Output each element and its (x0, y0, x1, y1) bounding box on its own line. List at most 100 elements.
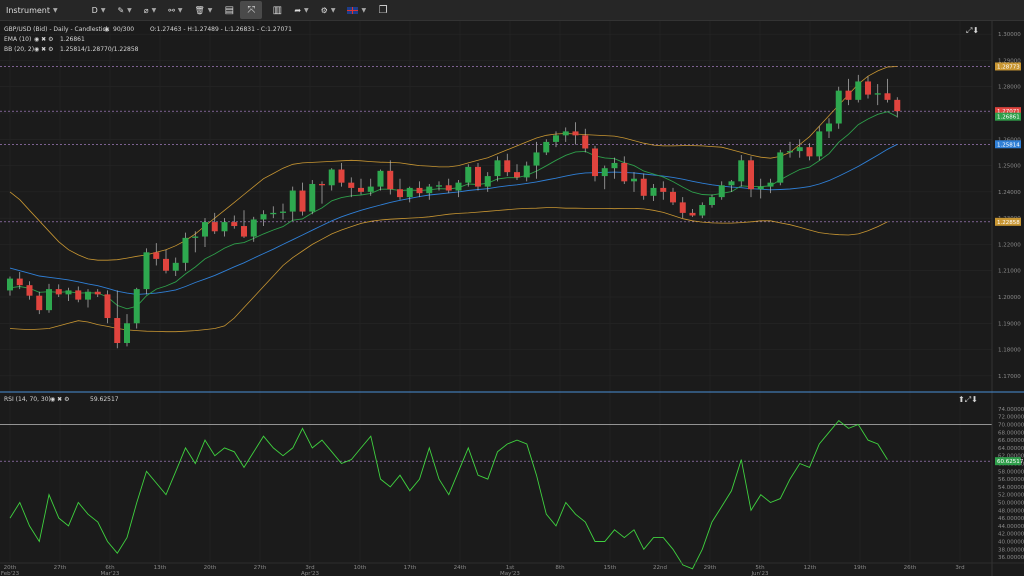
ruler-icon: ⌀ (143, 5, 149, 15)
chevron-down-icon: ▼ (330, 6, 336, 14)
svg-text:◉ ✖ ⚙: ◉ ✖ ⚙ (34, 46, 53, 53)
candle-body (533, 152, 540, 166)
candle-body (65, 290, 72, 295)
rsi-label: RSI (14, 70, 30) (4, 396, 51, 403)
candle-body (309, 183, 316, 212)
rsi-tick-label: 64.00000 (998, 446, 1024, 452)
candle-body (787, 151, 793, 153)
chart-background (0, 21, 1024, 576)
rsi-tick-label: 46.00000 (998, 516, 1024, 522)
chart-area[interactable]: 1.300001.290001.280001.270001.260001.250… (0, 21, 1024, 576)
candle-body (592, 148, 598, 177)
price-tick-label: 1.19000 (998, 321, 1021, 327)
fullscreen-button[interactable]: ⤧ (240, 1, 263, 19)
candle-body (367, 186, 374, 192)
rsi-settings-icons[interactable]: ◉ ✖ ⚙ (50, 396, 69, 403)
date-tick-label: 10th (354, 565, 367, 571)
date-tick-sublabel: Jun'23 (750, 571, 769, 576)
delete-menu[interactable]: 🗑 ▼ (189, 0, 219, 20)
timeframe-menu[interactable]: D ▼ (86, 0, 112, 20)
date-tick-label: 12th (804, 565, 817, 571)
price-tick-label: 1.22000 (998, 242, 1021, 248)
candle-body (874, 93, 881, 95)
expand-main-icon[interactable]: ⤢⬇ (965, 26, 979, 35)
candle-body (348, 182, 355, 188)
price-tick-label: 1.28000 (998, 85, 1021, 91)
candle-body (796, 147, 803, 152)
candle-body (679, 202, 686, 213)
chevron-down-icon: ▼ (207, 6, 213, 14)
candle-body (182, 237, 189, 263)
candle-body (523, 165, 530, 178)
candle-body (640, 178, 647, 196)
date-tick-sublabel: May'23 (500, 571, 520, 576)
candle-body (514, 172, 520, 178)
gear-icon: ⚙ (320, 5, 328, 15)
candle-body (738, 160, 745, 182)
chevron-down-icon: ▼ (127, 6, 132, 14)
tools-menu[interactable]: ⌀ ▼ (138, 0, 162, 20)
candle-body (114, 318, 121, 343)
candle-body (611, 162, 618, 169)
candle-body (631, 178, 637, 182)
candle-body (855, 81, 862, 100)
candle-body (94, 291, 101, 295)
layout-button[interactable]: ▤ (218, 1, 240, 19)
candle-body (387, 170, 394, 190)
candle-body (562, 131, 569, 136)
instrument-menu[interactable]: Instrument ▼ (0, 0, 64, 20)
expand-rsi-icon[interactable]: ⬆⤢⬇ (958, 395, 978, 404)
chevron-down-icon: ▼ (361, 6, 367, 14)
rsi-tick-label: 48.00000 (998, 508, 1024, 514)
candle-body (358, 187, 364, 192)
candle-body (426, 186, 433, 194)
share-menu[interactable]: ➦ ▼ (288, 0, 314, 20)
candle-body (104, 294, 111, 319)
settings-menu[interactable]: ⚙ ▼ (315, 0, 342, 20)
candle-body (572, 131, 579, 136)
candle-body (75, 290, 82, 300)
language-menu[interactable]: ▼ (341, 0, 372, 20)
candle-body (377, 170, 384, 187)
legend-eye-icon[interactable]: ◉ (104, 26, 109, 33)
candle-body (124, 323, 130, 343)
candle-body (319, 183, 325, 186)
price-tick-label: 1.21000 (998, 269, 1021, 275)
candle-body (845, 90, 852, 100)
popout-button[interactable]: ❐ (372, 1, 394, 19)
candle-body (16, 278, 23, 286)
chevron-down-icon: ▼ (53, 6, 58, 14)
date-tick-label: 27th (254, 565, 267, 571)
candle-body (231, 222, 238, 227)
candle-body (163, 258, 169, 271)
candle-body (484, 176, 491, 187)
date-tick-sublabel: Apr'23 (301, 571, 320, 576)
indicators-menu[interactable]: ⚯ ▼ (162, 0, 188, 20)
candle-body (26, 285, 33, 296)
price-tick-label: 1.25000 (998, 164, 1021, 170)
rsi-tick-label: 40.00000 (998, 540, 1024, 546)
drawing-tools-menu[interactable]: ✎ ▼ (111, 0, 137, 20)
rsi-tick-label: 54.00000 (998, 485, 1024, 491)
rsi-badge: 60.62517 (997, 459, 1024, 465)
chevron-down-icon: ▼ (151, 6, 157, 14)
uk-flag-icon (347, 6, 359, 14)
candle-body (475, 166, 481, 187)
date-tick-label: 17th (404, 565, 417, 571)
rsi-tick-label: 50.00000 (998, 501, 1024, 507)
chart-type-button[interactable]: ▥ (266, 1, 288, 19)
price-tick-label: 1.18000 (998, 348, 1021, 354)
candle-body (670, 191, 676, 203)
candle-body (884, 93, 891, 100)
bb-settings-icons[interactable]: ◉ ✖ ⚙ (34, 46, 53, 53)
ema-settings-icons[interactable]: ◉ ✖ ⚙ (34, 36, 53, 43)
rsi-tick-label: 68.00000 (998, 430, 1024, 436)
date-tick-label: 15th (604, 565, 617, 571)
candle-body (806, 147, 813, 157)
candle-body (621, 162, 628, 182)
legend-ohlc: O:1.27463 - H:1.27489 - L:1.26831 - C:1.… (150, 26, 292, 33)
legend-bars: 90/300 (113, 26, 134, 33)
candle-body (465, 166, 472, 183)
price-tick-label: 1.24000 (998, 190, 1021, 196)
rsi-tick-label: 42.00000 (998, 532, 1024, 538)
